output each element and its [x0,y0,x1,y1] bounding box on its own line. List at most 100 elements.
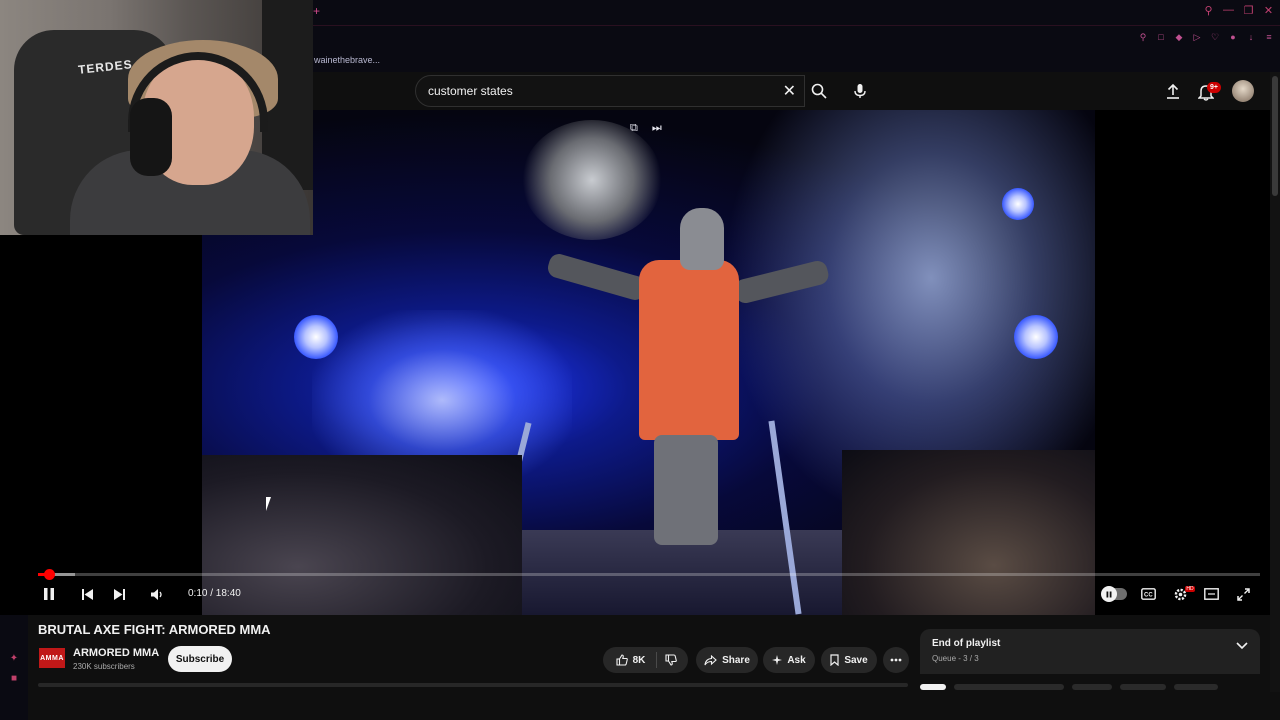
browser-search-icon[interactable]: ⚲ [1203,4,1214,17]
chip-all[interactable] [920,684,946,690]
chevron-down-icon[interactable] [1236,642,1248,650]
new-tab-button[interactable]: + [313,4,320,18]
previous-icon [81,588,93,600]
restore-icon[interactable]: ❐ [1243,4,1254,17]
captions-button[interactable]: CC [1139,585,1157,603]
white-lamp [1002,188,1034,220]
pin-icon[interactable]: ⚲ [1138,32,1148,42]
progress-bar[interactable] [38,569,1260,580]
upload-button[interactable] [1162,80,1184,102]
playlist-title: End of playlist [932,638,1001,649]
fullscreen-button[interactable] [1234,585,1252,603]
notifications-badge: 9+ [1207,82,1221,93]
heart-icon[interactable]: ♡ [1210,32,1220,42]
knight-helmet [680,208,724,270]
ask-label: Ask [787,654,806,666]
fullscreen-icon [1236,587,1250,601]
previous-button[interactable] [78,585,96,603]
knight-tabard [639,260,739,440]
save-button[interactable]: Save [821,647,877,673]
stage-spotlight [522,120,662,240]
sparkle-icon [772,655,783,665]
progress-scrubber[interactable] [43,569,55,580]
like-button[interactable]: 8K [616,654,646,666]
miniplayer-icon[interactable]: ⧉ [630,122,638,135]
next-button[interactable] [110,585,128,603]
more-horizontal-icon [890,658,902,662]
ask-button[interactable]: Ask [763,647,815,673]
close-icon[interactable]: ✕ [783,81,796,101]
share-button[interactable]: Share [696,647,758,673]
video-overlay-buttons: ⧉ ⏭ [630,122,662,135]
share-icon [704,654,717,665]
volume-button[interactable] [148,585,166,603]
play-icon[interactable]: ▷ [1192,32,1202,42]
headphones-earcup [130,98,172,176]
chip-4[interactable] [1120,684,1166,690]
knight-arm-left [545,251,649,303]
video-title: BRUTAL AXE FIGHT: ARMORED MMA [38,622,271,637]
channel-name[interactable]: ARMORED MMA [73,647,159,659]
like-count: 8K [632,654,646,666]
crowd-right [842,450,1095,615]
theater-mode-button[interactable] [1202,585,1220,603]
pause-button[interactable] [40,585,58,603]
time-display: 0:10 / 18:40 [188,588,241,599]
blue-lamp-right [1014,315,1058,359]
download-icon[interactable]: ↓ [1246,32,1256,42]
voice-search-button[interactable] [846,77,874,105]
upload-icon [1167,83,1179,99]
volume-icon [151,588,162,600]
side-sparkle-icon[interactable]: ✦ [8,653,20,665]
dislike-button[interactable] [663,653,679,667]
window-controls: ⚲ — ❐ ✕ [1203,4,1274,17]
url-crumb[interactable]: wainethebrave... [314,55,380,65]
chip-3[interactable] [1072,684,1112,690]
next-icon [113,588,125,600]
mouse-cursor [266,497,276,511]
mic-icon [854,84,866,98]
scrollbar-thumb[interactable] [1272,76,1278,196]
bookmark-icon[interactable]: □ [1156,32,1166,42]
thumbs-down-icon [665,654,677,666]
chip-2[interactable] [954,684,1064,690]
webcam-overlay: TERDES [0,0,313,235]
app-root: + ⚲ — ❐ ✕ wainethebrave... ⚲ □ ◆ ▷ ♡ ● ↓… [0,0,1280,720]
like-divider [656,652,657,668]
svg-text:CC: CC [1144,593,1153,599]
more-actions-button[interactable] [883,647,909,673]
share-label: Share [722,654,750,666]
side-gx-icon[interactable]: ■ [8,673,20,685]
pause-icon [44,588,54,600]
minimize-icon[interactable]: — [1223,4,1234,17]
theater-icon [1203,588,1219,600]
close-window-icon[interactable]: ✕ [1263,4,1274,17]
crowd-left [202,455,522,615]
autoplay-knob[interactable] [1101,586,1117,602]
menu-icon[interactable]: ≡ [1264,32,1274,42]
save-label: Save [844,654,868,666]
autoplay-pause-icon [1106,591,1112,597]
knight-legs [654,435,718,545]
video-frame[interactable] [202,110,1095,615]
search-icon [811,83,827,99]
search-button[interactable] [805,75,833,107]
next-overlay-icon[interactable]: ⏭ [652,122,662,135]
subscribe-button[interactable]: Subscribe [168,646,232,672]
extension-icons: ⚲ □ ◆ ▷ ♡ ● ↓ ≡ [1138,32,1274,42]
recommendation-chips [920,684,1220,690]
playlist-panel[interactable]: End of playlist Queue - 3 / 3 [920,629,1260,674]
profile-icon[interactable]: ● [1228,32,1238,42]
description-edge [38,683,908,687]
playlist-queue-position: Queue - 3 / 3 [932,654,979,663]
thumbs-up-icon [616,654,628,666]
channel-logo[interactable]: AMMA [39,648,65,668]
account-avatar[interactable] [1232,80,1254,102]
search-input[interactable]: customer states ✕ [415,75,805,107]
bookmark-icon [830,654,839,666]
hd-badge: HD [1185,586,1195,592]
search-query-text[interactable]: customer states [428,84,513,98]
captions-icon: CC [1140,588,1156,600]
chip-5[interactable] [1174,684,1218,690]
shield-icon[interactable]: ◆ [1174,32,1184,42]
